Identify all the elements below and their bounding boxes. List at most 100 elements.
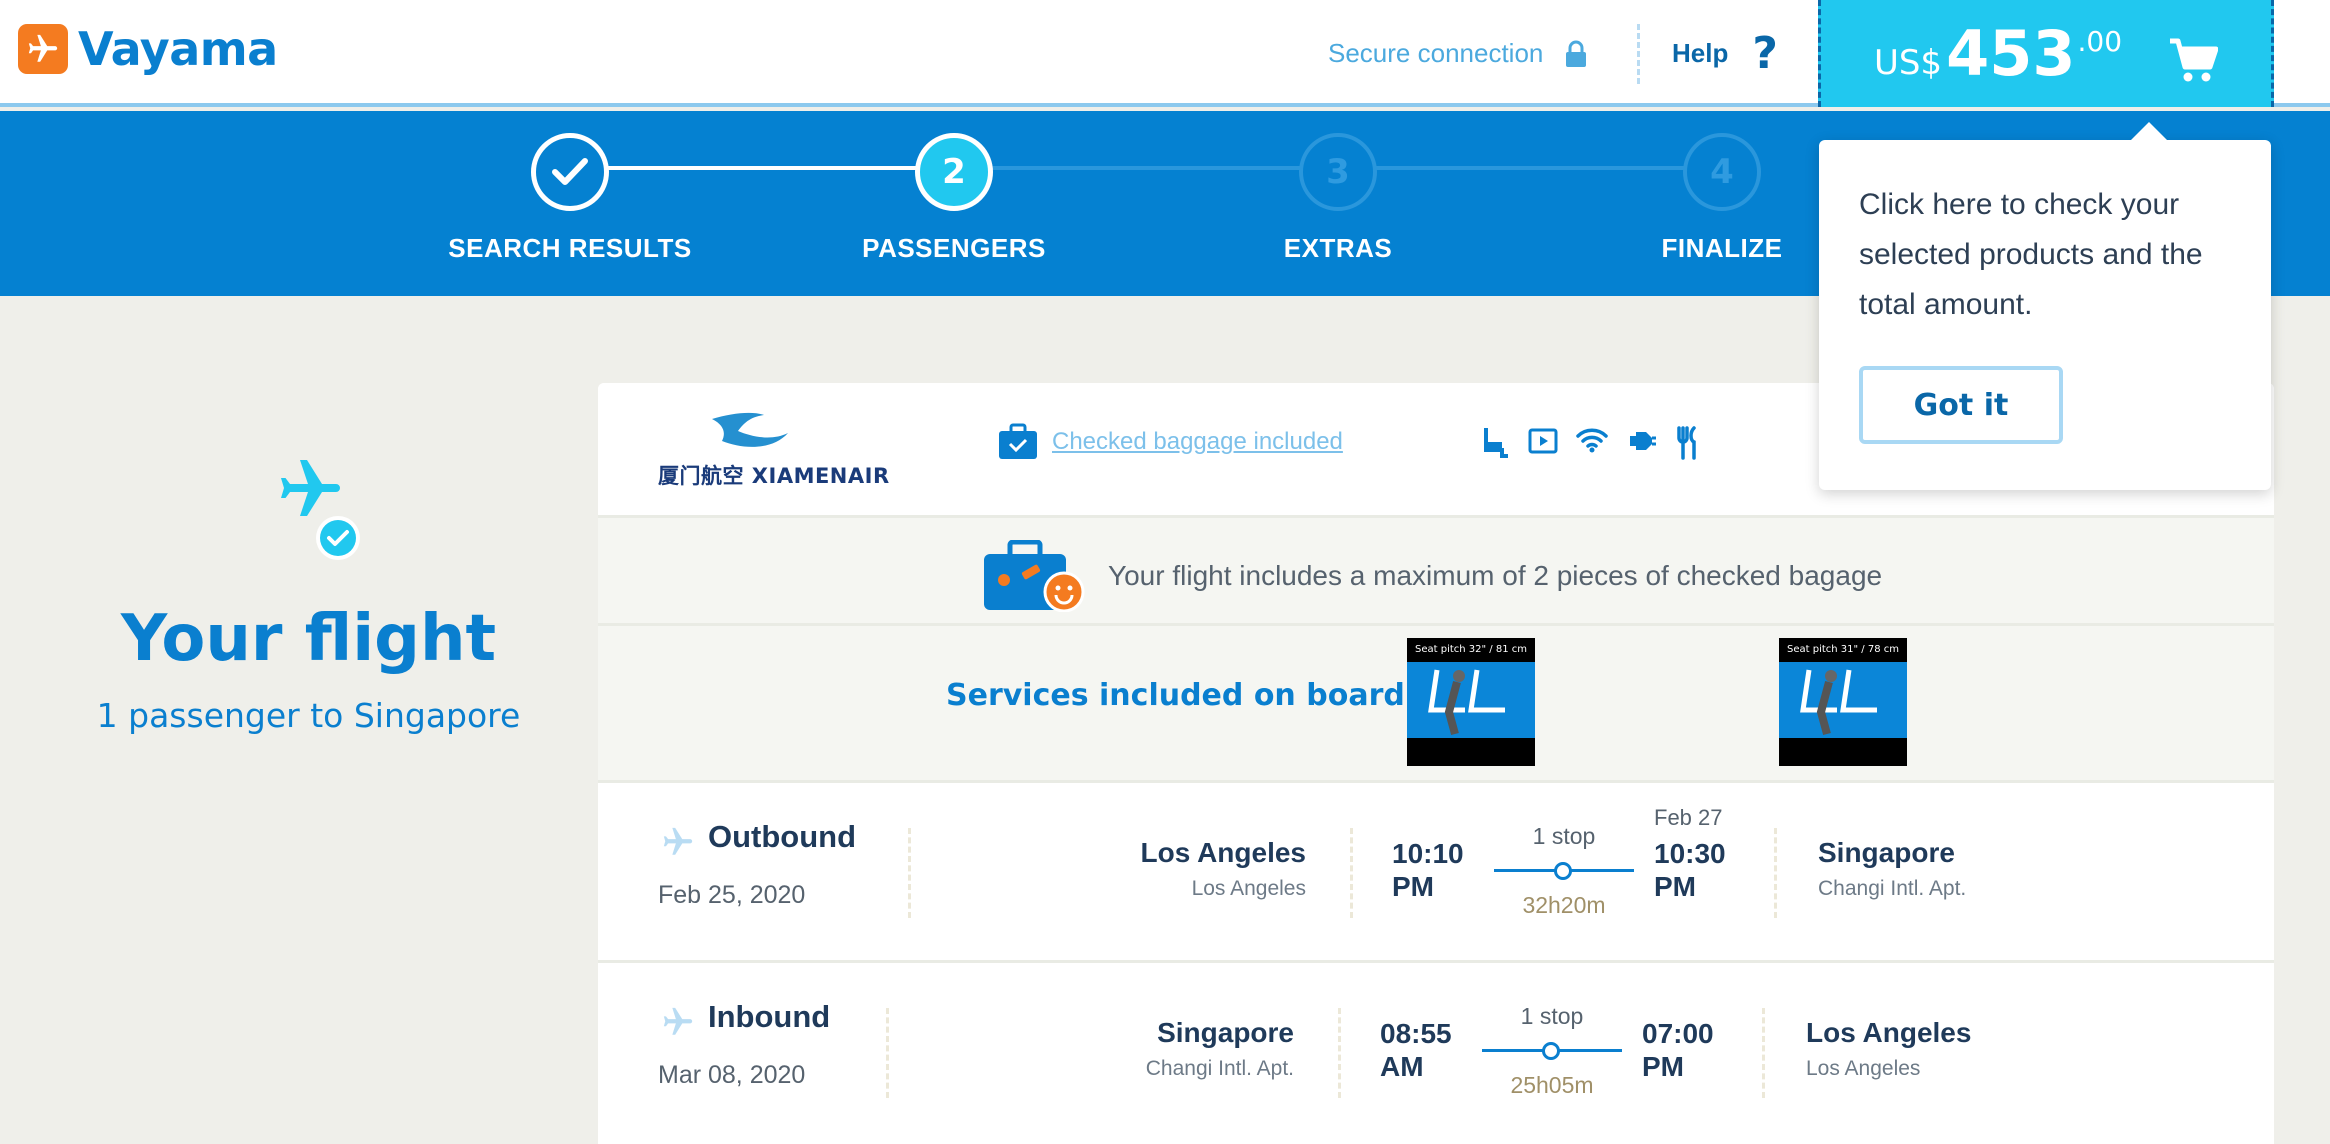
- lock-icon: [1566, 40, 1587, 67]
- leg-date: Mar 08, 2020: [658, 1061, 806, 1089]
- leg-title: Inbound: [708, 999, 831, 1034]
- city-name: Los Angeles: [1140, 837, 1306, 868]
- stop-line: [1482, 1042, 1622, 1060]
- seat-pitch-image[interactable]: Seat pitch 32" / 81 cm: [1407, 638, 1535, 766]
- stops-count: 1 stop: [1520, 1003, 1584, 1029]
- airport-name: Changi Intl. Apt.: [1818, 877, 1967, 900]
- step-label: PASSENGERS: [862, 233, 1046, 263]
- divider: [1762, 1008, 1765, 1098]
- vayama-logo[interactable]: Vayama: [18, 22, 278, 76]
- flight-confirmed-icon: [265, 455, 365, 570]
- time-ampm: PM: [1642, 1051, 1684, 1082]
- amenities-list: [1480, 426, 1718, 465]
- step-number: 4: [1683, 133, 1761, 211]
- entertainment-icon: [1528, 426, 1558, 465]
- step-done-circle: [531, 133, 609, 211]
- cart-decimals: .00: [2077, 25, 2123, 58]
- divider: [886, 1008, 889, 1098]
- baggage-info-row: Your flight includes a maximum of 2 piec…: [598, 518, 2274, 626]
- divider: [1774, 828, 1777, 918]
- suitcase-icon: [999, 423, 1037, 459]
- airline-bird-icon: [712, 412, 788, 447]
- cart-tooltip: Click here to check your selected produc…: [1819, 122, 2271, 490]
- happy-suitcase-icon: [984, 540, 1085, 612]
- secure-connection: Secure connection: [1328, 38, 1587, 69]
- baggage-info: Your flight includes a maximum of 2 piec…: [982, 540, 1882, 612]
- step-number: 3: [1299, 133, 1377, 211]
- time-value: 08:55: [1380, 1018, 1452, 1049]
- help-label: Help: [1672, 38, 1729, 68]
- divider: [908, 828, 911, 918]
- seat-pitch-caption: Seat pitch 31" / 78 cm: [1787, 644, 1899, 655]
- baggage-info-text: Your flight includes a maximum of 2 piec…: [1108, 560, 1883, 591]
- summary-subtitle: 1 passenger to Singapore: [96, 696, 521, 735]
- checkmark-icon: [552, 158, 588, 185]
- step-search-results[interactable]: SEARCH RESULTS: [420, 133, 720, 264]
- arrival-city: Singapore Changi Intl. Apt.: [1818, 837, 1966, 901]
- summary-title: Your flight: [120, 602, 497, 676]
- flight-card: 厦门航空 XIAMENAIR Checked baggage included …: [598, 383, 2274, 1144]
- time-value: 10:10: [1392, 838, 1464, 869]
- outbound-leg[interactable]: Outbound Feb 25, 2020 Los Angeles Los An…: [598, 783, 2274, 963]
- services-row: Services included on board: Seat pitch 3…: [598, 626, 2274, 783]
- leg-title: Outbound: [708, 819, 857, 854]
- seat-illustration: [1407, 662, 1535, 738]
- arrival-time: 07:00 PM: [1642, 1017, 1714, 1083]
- plane-icon: [658, 825, 698, 864]
- airport-name: Los Angeles: [1806, 1057, 1921, 1080]
- arrival-city: Los Angeles Los Angeles: [1806, 1017, 1971, 1081]
- seat-illustration: [1779, 662, 1907, 738]
- city-name: Singapore: [1818, 837, 1955, 868]
- shopping-cart-icon: [2170, 38, 2219, 81]
- leg-date: Feb 25, 2020: [658, 881, 806, 909]
- stop-dot: [1554, 862, 1572, 880]
- help-link[interactable]: Help ?: [1672, 31, 1778, 75]
- power-icon: [1626, 426, 1658, 465]
- airline-logo: 厦门航空 XIAMENAIR: [658, 411, 890, 490]
- stop-line: [1494, 862, 1634, 880]
- duration: 25h05m: [1510, 1072, 1594, 1098]
- airport-name: Los Angeles: [1191, 877, 1306, 900]
- time-value: 07:00: [1642, 1018, 1714, 1049]
- departure-time: 10:10 PM: [1392, 837, 1464, 903]
- top-header: Vayama Secure connection Help ? US$ 453 …: [0, 0, 2330, 107]
- inbound-leg[interactable]: Inbound Mar 08, 2020 Singapore Changi In…: [598, 963, 2274, 1144]
- got-it-button[interactable]: Got it: [1859, 366, 2063, 444]
- plane-icon: [658, 1005, 698, 1044]
- logo-plane-icon: [18, 24, 68, 74]
- step-label: EXTRAS: [1283, 233, 1393, 263]
- stops-indicator[interactable]: 1 stop 25h05m: [1482, 1003, 1622, 1099]
- seat-pitch-image[interactable]: Seat pitch 31" / 78 cm: [1779, 638, 1907, 766]
- secure-label: Secure connection: [1328, 38, 1544, 68]
- time-ampm: PM: [1654, 871, 1696, 902]
- time-ampm: PM: [1392, 871, 1434, 902]
- seat-icon: [1480, 426, 1510, 465]
- step-label: SEARCH RESULTS: [448, 233, 692, 263]
- city-name: Los Angeles: [1806, 1017, 1972, 1048]
- cart-amount: 453: [1946, 17, 2076, 90]
- stop-dot: [1542, 1042, 1560, 1060]
- header-divider: [1637, 24, 1640, 84]
- wifi-icon: [1576, 426, 1608, 465]
- cart-total-button[interactable]: US$ 453 .00: [1818, 0, 2274, 107]
- step-passengers: 2 PASSENGERS: [804, 133, 1104, 264]
- tooltip-text: Click here to check your selected produc…: [1859, 188, 2203, 321]
- arrival-time: 10:30 PM: [1654, 837, 1726, 903]
- time-value: 10:30: [1654, 838, 1726, 869]
- duration: 32h20m: [1522, 892, 1606, 918]
- departure-time: 08:55 AM: [1380, 1017, 1452, 1083]
- logo-text: Vayama: [78, 22, 278, 76]
- services-label: Services included on board:: [946, 678, 1417, 713]
- seat-pitch-caption: Seat pitch 32" / 81 cm: [1415, 644, 1527, 655]
- city-name: Singapore: [1157, 1017, 1294, 1048]
- time-ampm: AM: [1380, 1051, 1424, 1082]
- step-number: 2: [915, 133, 993, 211]
- cart-currency: US$: [1873, 42, 1943, 83]
- baggage-link-label: Checked baggage included: [1052, 428, 1343, 455]
- airport-name: Changi Intl. Apt.: [1145, 1057, 1294, 1080]
- stops-indicator[interactable]: 1 stop 32h20m: [1494, 823, 1634, 919]
- divider: [1350, 828, 1353, 918]
- checked-baggage-link[interactable]: Checked baggage included: [998, 423, 1343, 461]
- divider: [1338, 1008, 1341, 1098]
- departure-city: Singapore Changi Intl. Apt.: [1146, 1017, 1294, 1081]
